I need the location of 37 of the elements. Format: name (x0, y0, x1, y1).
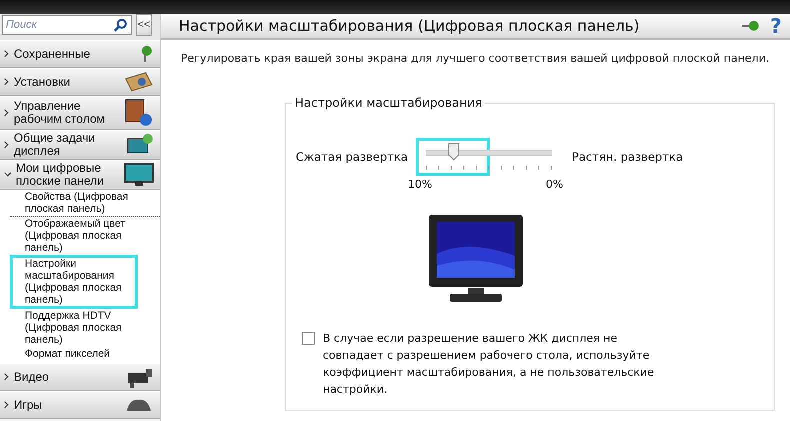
chevron-right-icon (4, 50, 10, 58)
checkbox-label: В случае если разрешение вашего ЖК дисплея не совпадает с разрешением рабочего стола, используйте коэффициент масштабирования, а не пользовательские настройки. (323, 331, 656, 398)
sidebar-link[interactable]: Отображаемый цвет (Цифровая плоская панель) (10, 217, 138, 255)
page-description: Регулировать края вашей зоны экрана для лучшего соответствия вашей цифровой плоской панели. (181, 52, 770, 65)
slider-thumb[interactable] (448, 143, 460, 161)
category-header[interactable]: Управление рабочим столом (0, 96, 160, 130)
category-header[interactable]: Игры (0, 391, 160, 419)
pushpin-icon[interactable] (742, 20, 760, 32)
chevron-right-icon (4, 141, 10, 149)
group-legend: Настройки масштабирования (292, 96, 486, 110)
sidebar-link[interactable]: Формат пикселей (10, 347, 138, 361)
chevron-right-icon (4, 373, 10, 381)
help-button[interactable]: ? (770, 14, 782, 38)
category-header[interactable]: Общие задачи дисплея (0, 130, 160, 160)
chevron-right-icon (4, 78, 10, 86)
monitor-gear-icon (124, 98, 154, 128)
category-header[interactable]: Мои цифровые плоские панели (0, 160, 160, 190)
chevron-down-icon (4, 172, 12, 178)
search-icon (114, 18, 128, 32)
category-header[interactable]: Сохраненные (0, 40, 160, 68)
slider-min-label: Сжатая развертка (296, 150, 408, 164)
chevron-right-icon (4, 401, 10, 409)
collapse-button[interactable]: << (136, 14, 152, 36)
sidebar-link[interactable]: Настройки масштабирования (Цифровая плоская панель) (10, 255, 138, 309)
page-title: Настройки масштабирования (Цифровая плоская панель) (179, 17, 641, 35)
slider-max-label: Растян. развертка (572, 150, 684, 164)
checkbox[interactable] (302, 332, 315, 345)
category-header[interactable]: Установки (0, 68, 160, 96)
sidebar-link[interactable]: Свойства (Цифровая плоская панель) (10, 190, 160, 217)
search-field[interactable]: Поиск (2, 15, 132, 35)
monitor-icon (124, 162, 154, 188)
chevron-right-icon (4, 109, 10, 117)
slider-value: 10% (408, 178, 432, 191)
sidebar-link[interactable]: Поддержка HDTV (Цифровая плоская панель) (10, 309, 138, 347)
package-icon (124, 71, 154, 93)
slider-end-value: 0% (546, 178, 564, 191)
category-header[interactable]: Видео (0, 363, 160, 391)
